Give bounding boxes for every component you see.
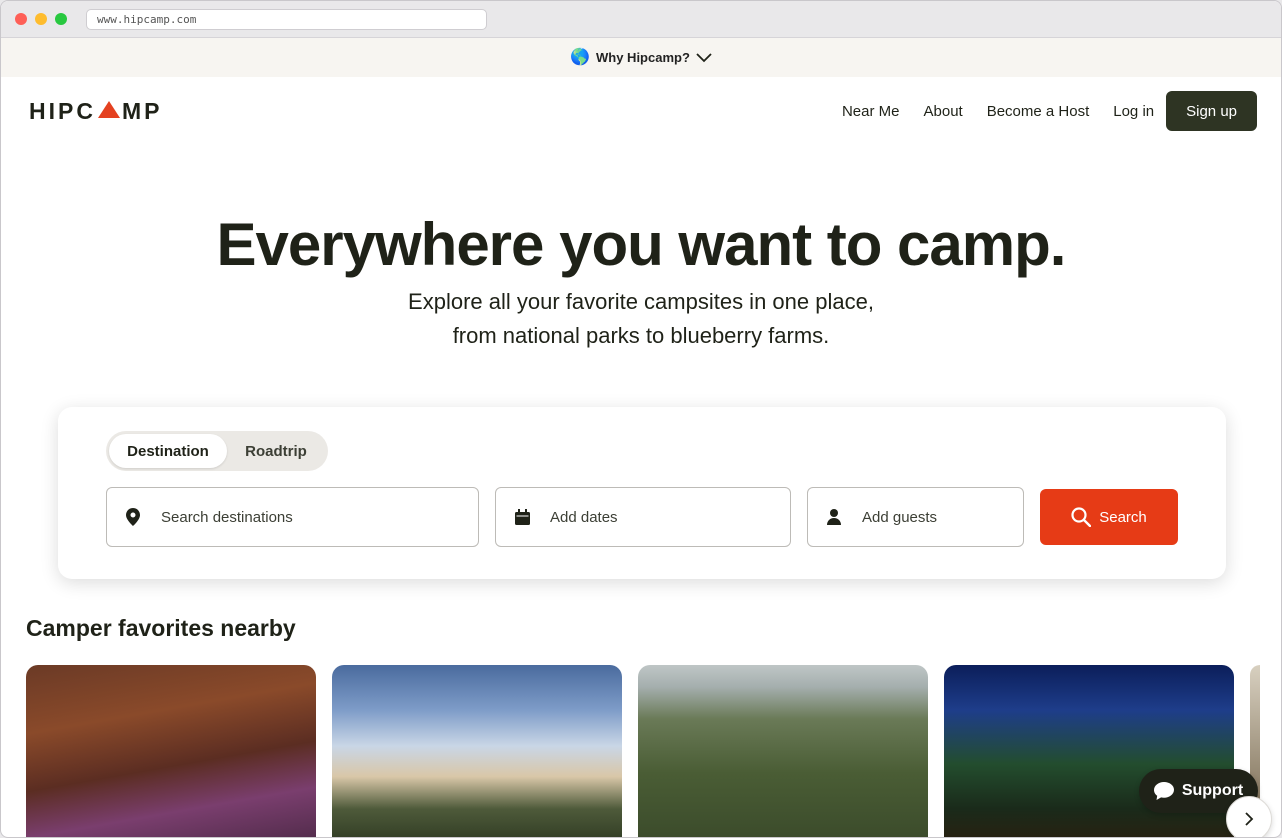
- search-mode-toggle: Destination Roadtrip: [106, 431, 328, 471]
- maximize-window-button[interactable]: [55, 13, 67, 25]
- hero-subtitle-line-2: from national parks to blueberry farms.: [452, 323, 830, 348]
- nav-log-in[interactable]: Log in: [1113, 103, 1154, 120]
- tab-destination[interactable]: Destination: [109, 434, 227, 468]
- guests-field[interactable]: Add guests: [807, 487, 1024, 547]
- hero-subtitle-line-1: Explore all your favorite campsites in o…: [408, 289, 874, 314]
- nav-become-a-host[interactable]: Become a Host: [987, 103, 1090, 120]
- search-button[interactable]: Search: [1040, 489, 1178, 545]
- logo-wordmark: HIPC MP: [29, 97, 163, 124]
- dates-field[interactable]: Add dates: [495, 487, 791, 547]
- support-label: Support: [1181, 782, 1244, 799]
- dates-placeholder: Add dates: [550, 508, 618, 526]
- search-card: Destination Roadtrip Search destinations…: [58, 407, 1226, 579]
- campsite-photo-valley[interactable]: [638, 665, 928, 837]
- close-window-button[interactable]: [15, 13, 27, 25]
- campsite-photo-cabin[interactable]: [26, 665, 316, 837]
- campsite-photo-field[interactable]: [332, 665, 622, 837]
- hero-subtitle: Explore all your favorite campsites in o…: [1, 285, 1281, 353]
- chevron-right-icon: [1245, 812, 1254, 826]
- section-title: Camper favorites nearby: [26, 615, 296, 641]
- nav-about[interactable]: About: [924, 103, 963, 120]
- address-bar[interactable]: www.hipcamp.com: [86, 9, 487, 30]
- sign-up-button[interactable]: Sign up: [1166, 91, 1257, 131]
- search-icon: [1071, 507, 1092, 527]
- browser-window: www.hipcamp.com 🌎 Why Hipcamp? HIPC MP Ne…: [0, 0, 1282, 838]
- chevron-down-icon: [696, 52, 712, 62]
- main-nav: Near Me About Become a Host Log in Sign …: [842, 91, 1257, 131]
- search-button-label: Search: [1099, 508, 1147, 526]
- tab-roadtrip[interactable]: Roadtrip: [227, 434, 325, 468]
- carousel-next-button[interactable]: [1226, 796, 1272, 837]
- hero-title: Everywhere you want to camp.: [216, 211, 1067, 278]
- why-hipcamp-banner[interactable]: 🌎 Why Hipcamp?: [1, 38, 1281, 77]
- browser-chrome: www.hipcamp.com: [1, 1, 1281, 38]
- banner-label: Why Hipcamp?: [596, 50, 690, 65]
- calendar-icon: [514, 508, 530, 526]
- globe-icon: 🌎: [570, 48, 590, 66]
- guests-placeholder: Add guests: [862, 508, 938, 526]
- hipcamp-logo[interactable]: HIPC MP: [29, 97, 163, 124]
- map-pin-icon: [125, 508, 141, 526]
- chat-bubble-icon: [1153, 782, 1174, 800]
- tent-icon: [97, 100, 120, 118]
- destination-field[interactable]: Search destinations: [106, 487, 479, 547]
- destination-placeholder: Search destinations: [161, 508, 293, 526]
- nav-near-me[interactable]: Near Me: [842, 103, 900, 120]
- minimize-window-button[interactable]: [35, 13, 47, 25]
- person-icon: [826, 508, 842, 526]
